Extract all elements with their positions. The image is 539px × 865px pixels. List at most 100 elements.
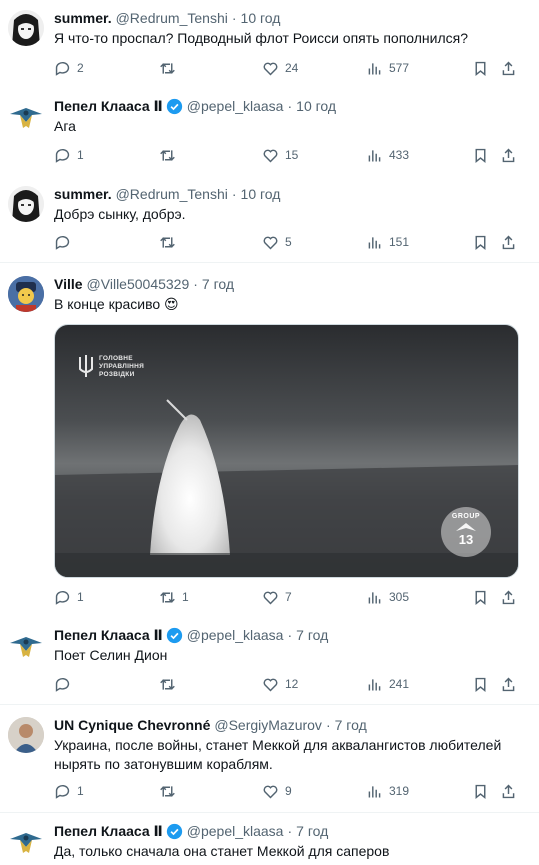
bookmark-button[interactable] [472, 781, 489, 801]
reply-button[interactable]: 1 [54, 587, 84, 607]
share-button[interactable] [500, 587, 517, 607]
user-handle[interactable]: @pepel_klaasa [187, 821, 284, 841]
views-button[interactable]: 319 [366, 781, 409, 801]
bookmark-button[interactable] [472, 587, 489, 607]
display-name[interactable]: summer. [54, 8, 112, 28]
display-name[interactable]: Пепел Клааса Ⅱ [54, 96, 163, 116]
share-button[interactable] [500, 58, 517, 78]
like-button[interactable]: 5 [262, 232, 292, 252]
reply-button[interactable]: 1 [54, 145, 84, 165]
bookmark-button[interactable] [472, 674, 489, 694]
tweet[interactable]: summer. @Redrum_Tenshi · 10 год Я что-то… [0, 8, 539, 88]
display-name[interactable]: Ville [54, 274, 83, 294]
photo-avatar-image [8, 717, 44, 753]
analytics-icon [368, 678, 381, 690]
views-button[interactable]: 433 [366, 145, 409, 165]
separator-dot: · [287, 98, 293, 114]
like-button[interactable]: 15 [262, 145, 298, 165]
share-icon [502, 235, 515, 249]
tweet[interactable]: Пепел Клааса Ⅱ @pepel_klaasa · 10 год Аг… [0, 96, 539, 176]
display-name[interactable]: summer. [54, 184, 112, 204]
timestamp[interactable]: 7 год [335, 715, 367, 735]
avatar[interactable] [8, 98, 44, 134]
retweet-button[interactable] [159, 781, 182, 801]
user-handle[interactable]: @pepel_klaasa [187, 96, 284, 116]
reply-button[interactable]: 2 [54, 58, 84, 78]
bookmark-icon [475, 61, 486, 76]
display-name[interactable]: Пепел Клааса Ⅱ [54, 625, 163, 645]
share-button[interactable] [500, 674, 517, 694]
like-button[interactable]: 24 [262, 58, 298, 78]
share-icon [502, 148, 515, 162]
avatar[interactable] [8, 276, 44, 312]
tweet[interactable]: summer. @Redrum_Tenshi · 10 год Добрэ сы… [0, 184, 539, 256]
reply-button[interactable] [54, 232, 77, 252]
reply-button[interactable]: 1 [54, 781, 84, 801]
share-icon [502, 677, 515, 691]
avatar[interactable] [8, 823, 44, 859]
views-count: 151 [389, 235, 410, 249]
tweet[interactable]: UN Cynique Chevronné @SergiyMazurov · 7 … [0, 715, 539, 805]
separator-dot: · [231, 10, 237, 26]
timestamp[interactable]: 7 год [202, 274, 234, 294]
bookmark-icon [475, 235, 486, 250]
user-handle[interactable]: @SergiyMazurov [214, 715, 322, 735]
analytics-icon [368, 149, 381, 161]
reply-button[interactable] [54, 674, 77, 694]
views-button[interactable]: 241 [366, 674, 409, 694]
separator-dot: · [287, 627, 293, 643]
bookmark-button[interactable] [472, 145, 489, 165]
views-button[interactable]: 151 [366, 232, 409, 252]
retweet-button[interactable] [159, 58, 182, 78]
retweet-button[interactable]: 1 [159, 587, 189, 607]
timestamp[interactable]: 7 год [296, 625, 328, 645]
lego-figure-avatar-image [8, 276, 44, 312]
like-button[interactable]: 9 [262, 781, 292, 801]
tweet[interactable]: Ville @Ville50045329 · 7 год В конце кра… [0, 274, 539, 608]
retweet-icon [160, 149, 175, 161]
tweet[interactable]: Пепел Клааса Ⅱ @pepel_klaasa · 7 год Да,… [0, 821, 539, 865]
views-button[interactable]: 305 [366, 587, 409, 607]
user-handle[interactable]: @Redrum_Tenshi [116, 184, 228, 204]
watermark-line: ГОЛОВНЕ [99, 355, 133, 362]
retweet-button[interactable] [159, 674, 182, 694]
like-count: 7 [285, 590, 292, 604]
bookmark-icon [475, 148, 486, 163]
tweet-header: summer. @Redrum_Tenshi · 10 год [54, 8, 280, 28]
like-button[interactable]: 7 [262, 587, 292, 607]
avatar[interactable] [8, 627, 44, 663]
timestamp[interactable]: 10 год [241, 184, 281, 204]
tweet[interactable]: Пепел Клааса Ⅱ @pepel_klaasa · 7 год Пое… [0, 625, 539, 697]
display-name[interactable]: Пепел Клааса Ⅱ [54, 821, 163, 841]
like-count: 15 [285, 148, 299, 162]
bookmark-icon [475, 784, 486, 799]
user-handle[interactable]: @Redrum_Tenshi [116, 8, 228, 28]
reply-count: 1 [77, 784, 84, 798]
avatar[interactable] [8, 186, 44, 222]
timestamp[interactable]: 10 год [296, 96, 336, 116]
user-handle[interactable]: @pepel_klaasa [187, 625, 284, 645]
avatar[interactable] [8, 717, 44, 753]
bookmark-button[interactable] [472, 58, 489, 78]
bookmark-button[interactable] [472, 232, 489, 252]
video-thumbnail[interactable]: ГОЛОВНЕ УПРАВЛІННЯ РОЗВІДКИ GROUP 13 [54, 324, 519, 578]
verified-badge-icon [166, 98, 183, 115]
reply-icon [55, 784, 70, 799]
share-button[interactable] [500, 232, 517, 252]
retweet-button[interactable] [159, 145, 182, 165]
share-button[interactable] [500, 781, 517, 801]
timestamp[interactable]: 10 год [241, 8, 281, 28]
avatar[interactable] [8, 10, 44, 46]
user-handle[interactable]: @Ville50045329 [87, 274, 190, 294]
views-button[interactable]: 577 [366, 58, 409, 78]
display-name[interactable]: UN Cynique Chevronné [54, 715, 210, 735]
views-count: 319 [389, 784, 410, 798]
timestamp[interactable]: 7 год [296, 821, 328, 841]
like-button[interactable]: 12 [262, 674, 298, 694]
reply-icon [55, 590, 70, 605]
like-count: 5 [285, 235, 292, 249]
eagle-emblem-avatar-image [8, 98, 44, 134]
retweet-button[interactable] [159, 232, 182, 252]
share-button[interactable] [500, 145, 517, 165]
retweet-count: 1 [182, 590, 189, 604]
